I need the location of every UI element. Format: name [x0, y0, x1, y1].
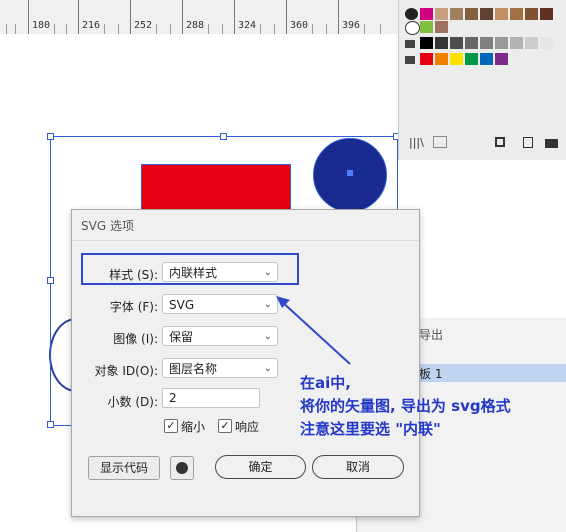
- annotation-line-1: 在ai中,: [300, 374, 351, 392]
- annotation-arrow: [276, 296, 351, 365]
- annotation-line-2: 将你的矢量图, 导出为 svg格式: [300, 397, 511, 415]
- annotation-line-3: 注意这里要选 "内联": [300, 420, 441, 438]
- arrow-line: [279, 299, 351, 365]
